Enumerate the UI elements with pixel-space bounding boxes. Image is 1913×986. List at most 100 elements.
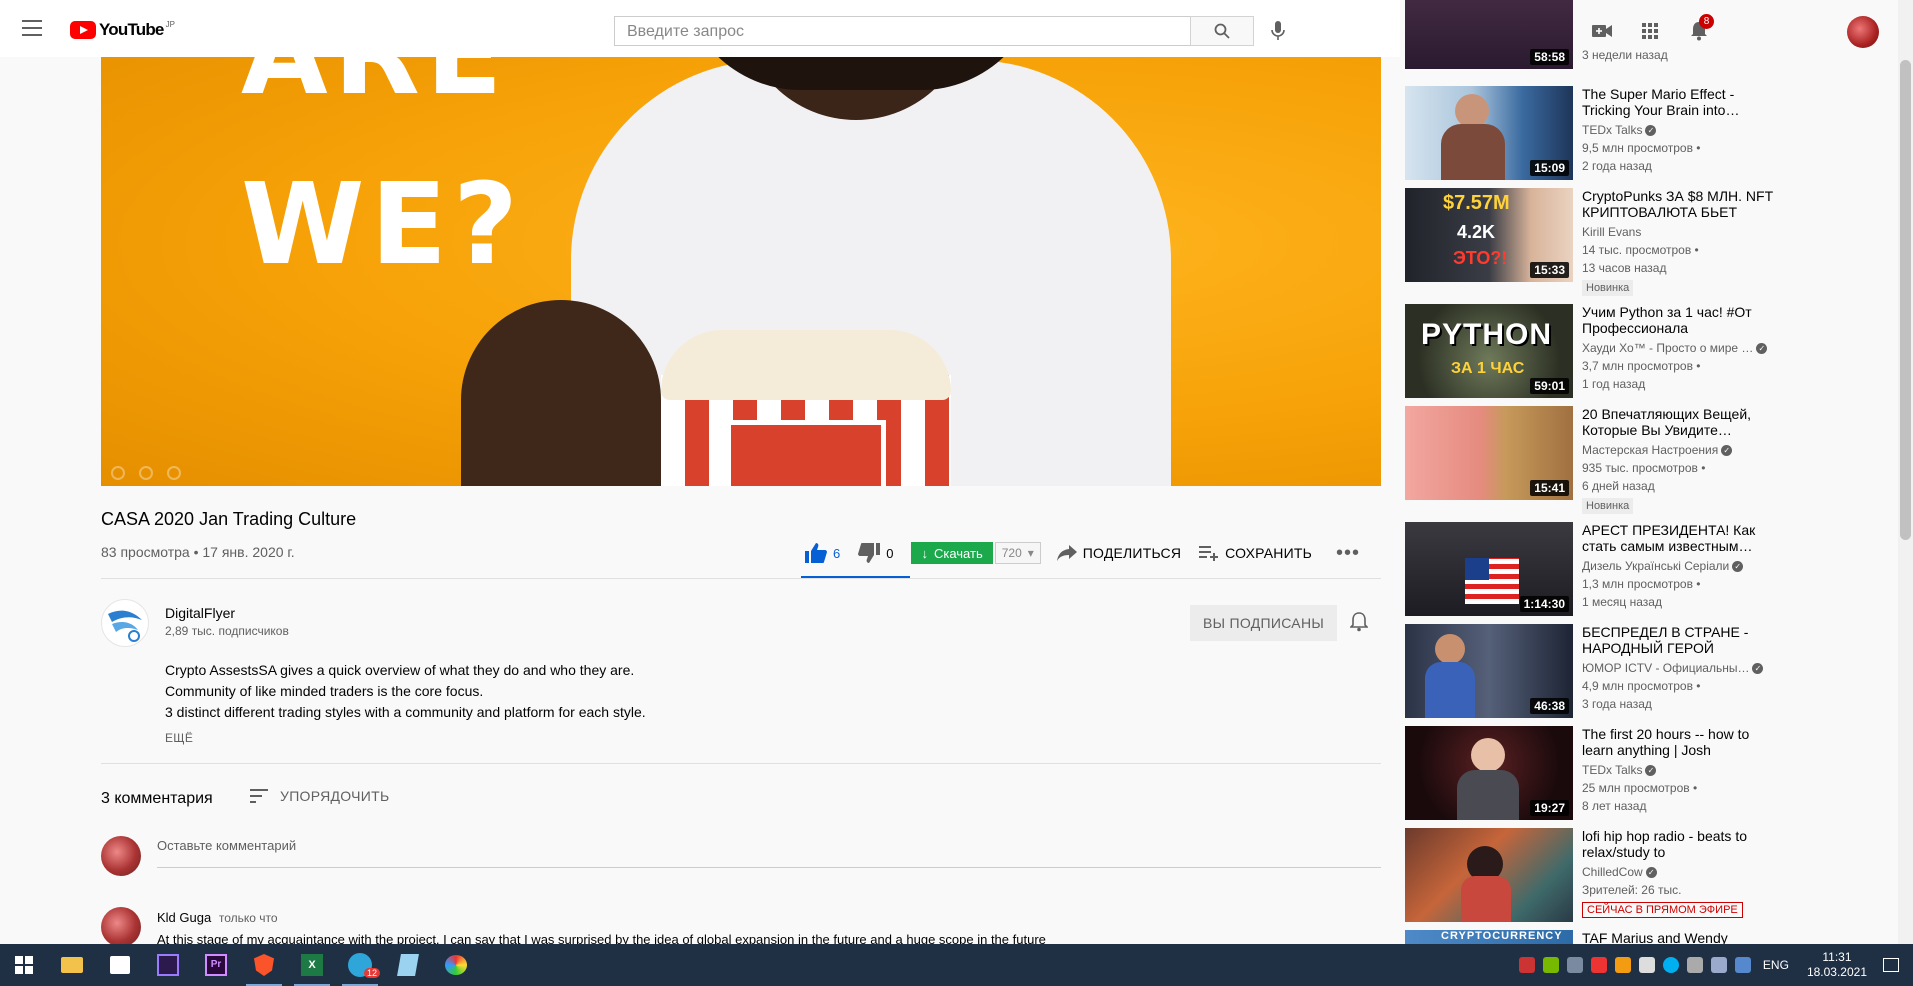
menu-icon[interactable]: [22, 20, 42, 36]
channel-avatar[interactable]: [101, 599, 149, 647]
apps-grid-icon[interactable]: [1638, 19, 1662, 43]
network-icon[interactable]: [1686, 957, 1703, 973]
clock[interactable]: 11:31 18.03.2021: [1807, 950, 1867, 980]
subscribed-button[interactable]: ВЫ ПОДПИСАНЫ: [1190, 605, 1337, 641]
video-thumbnail[interactable]: CRYPTOCURRENCY: [1405, 930, 1573, 944]
excel-icon[interactable]: X: [288, 944, 336, 986]
search-button[interactable]: [1190, 16, 1254, 46]
search-icon: [1214, 23, 1230, 39]
language-indicator[interactable]: ENG: [1763, 958, 1789, 972]
video-title[interactable]: CryptoPunks ЗА $8 МЛН. NFT КРИПТОВАЛЮТА …: [1582, 188, 1782, 220]
store-icon[interactable]: [96, 944, 144, 986]
search-input[interactable]: Введите запрос: [614, 16, 1191, 46]
recommended-video[interactable]: PYTHON ЗА 1 ЧАС 59:01 Учим Python за 1 ч…: [1405, 304, 1785, 398]
header-actions: 8: [1400, 0, 1913, 60]
recommended-video[interactable]: CRYPTOCURRENCY TAF Marius and Wendy: [1405, 930, 1785, 944]
recommended-video[interactable]: 1:14:30 АРЕСТ ПРЕЗИДЕНТА! Как стать самы…: [1405, 522, 1785, 616]
video-channel[interactable]: ChilledCow ✓: [1582, 865, 1782, 879]
download-button[interactable]: ↓ Скачать: [911, 542, 993, 564]
notifications-icon[interactable]: 8: [1687, 14, 1714, 43]
description-line: 3 distinct different trading styles with…: [165, 704, 646, 720]
video-player[interactable]: ARE WE?: [101, 0, 1381, 486]
brave-browser-icon[interactable]: [240, 944, 288, 986]
video-thumbnail[interactable]: [1405, 828, 1573, 922]
video-age: 6 дней назад: [1582, 479, 1655, 493]
vector-app-icon[interactable]: [144, 944, 192, 986]
volume-icon[interactable]: [139, 466, 153, 480]
channel-bell-icon[interactable]: [1349, 612, 1369, 637]
channel-name[interactable]: DigitalFlyer: [165, 605, 235, 621]
video-thumbnail[interactable]: 46:38: [1405, 624, 1573, 718]
page-scrollbar[interactable]: [1898, 0, 1913, 944]
youtube-logo[interactable]: YouTube JP: [70, 20, 175, 40]
tray-app-icon[interactable]: [1518, 957, 1535, 973]
recommended-video[interactable]: lofi hip hop radio - beats to relax/stud…: [1405, 828, 1785, 922]
paint-icon[interactable]: [432, 944, 480, 986]
video-channel[interactable]: Kirill Evans: [1582, 225, 1782, 239]
sort-comments-button[interactable]: УПОРЯДОЧИТЬ: [250, 788, 389, 804]
show-more-link[interactable]: ЕЩЁ: [165, 731, 193, 745]
action-center-icon[interactable]: [1883, 958, 1899, 972]
video-title[interactable]: The Super Mario Effect - Tricking Your B…: [1582, 86, 1782, 118]
save-button[interactable]: СОХРАНИТЬ: [1199, 545, 1312, 561]
video-title[interactable]: 20 Впечатляющих Вещей, Которые Вы Увидит…: [1582, 406, 1782, 438]
premiere-icon[interactable]: Pr: [192, 944, 240, 986]
video-title[interactable]: TAF Marius and Wendy: [1582, 930, 1782, 944]
system-tray: ENG 11:31 18.03.2021: [1515, 944, 1913, 986]
video-channel[interactable]: TEDx Talks ✓: [1582, 763, 1782, 777]
comment-time[interactable]: только что: [219, 911, 278, 925]
comment-author-name[interactable]: Kld Guga: [157, 910, 211, 925]
windows-start-icon[interactable]: [0, 944, 48, 986]
comment-input[interactable]: Оставьте комментарий: [157, 838, 1381, 868]
tray-app-icon[interactable]: [1566, 957, 1583, 973]
scrollbar-thumb[interactable]: [1900, 60, 1911, 540]
skype-icon[interactable]: [1662, 957, 1679, 973]
mic-button[interactable]: [1265, 18, 1291, 44]
file-explorer-icon[interactable]: [48, 944, 96, 986]
video-thumbnail[interactable]: $7.57M 4.2K ЭТО?! 15:33: [1405, 188, 1573, 282]
recommended-video[interactable]: 15:09 The Super Mario Effect - Tricking …: [1405, 86, 1785, 180]
quality-select[interactable]: 720 ▾: [994, 542, 1041, 564]
video-channel[interactable]: Хауди Хо™ - Просто о мире … ✓: [1582, 341, 1782, 355]
more-actions-icon[interactable]: •••: [1336, 542, 1360, 565]
video-channel[interactable]: ЮМОР ICTV - Официальны… ✓: [1582, 661, 1782, 675]
video-title[interactable]: АРЕСТ ПРЕЗИДЕНТА! Как стать самым извест…: [1582, 522, 1782, 554]
recommended-video[interactable]: $7.57M 4.2K ЭТО?! 15:33 CryptoPunks ЗА $…: [1405, 188, 1785, 296]
video-thumbnail[interactable]: 15:41: [1405, 406, 1573, 500]
video-thumbnail[interactable]: PYTHON ЗА 1 ЧАС 59:01: [1405, 304, 1573, 398]
volume-icon[interactable]: [1638, 957, 1655, 973]
tray-app-icon[interactable]: [1590, 957, 1607, 973]
video-title[interactable]: Учим Python за 1 час! #От Профессионала: [1582, 304, 1782, 336]
recommended-video[interactable]: 15:41 20 Впечатляющих Вещей, Которые Вы …: [1405, 406, 1785, 514]
recommended-video[interactable]: 19:27 The first 20 hours -- how to learn…: [1405, 726, 1785, 820]
tray-app-icon[interactable]: [1614, 957, 1631, 973]
account-avatar[interactable]: [1847, 16, 1879, 48]
share-button[interactable]: ПОДЕЛИТЬСЯ: [1056, 545, 1181, 561]
video-title[interactable]: lofi hip hop radio - beats to relax/stud…: [1582, 828, 1782, 860]
video-age: 13 часов назад: [1582, 261, 1667, 275]
telegram-badge: 12: [364, 968, 381, 978]
create-video-icon[interactable]: [1590, 19, 1614, 43]
video-thumbnail[interactable]: 15:09: [1405, 86, 1573, 180]
tray-app-icon[interactable]: [1710, 957, 1727, 973]
video-thumbnail[interactable]: 1:14:30: [1405, 522, 1573, 616]
play-icon[interactable]: [111, 466, 125, 480]
like-button[interactable]: 6: [805, 543, 840, 563]
keyboard-icon[interactable]: [1734, 957, 1751, 973]
recommended-video[interactable]: 46:38 БЕСПРЕДЕЛ В СТРАНЕ - НАРОДНЫЙ ГЕРО…: [1405, 624, 1785, 718]
video-title[interactable]: БЕСПРЕДЕЛ В СТРАНЕ - НАРОДНЫЙ ГЕРОЙ НАВО…: [1582, 624, 1782, 656]
video-channel[interactable]: Мастерская Настроения ✓: [1582, 443, 1782, 457]
nvidia-icon[interactable]: [1542, 957, 1559, 973]
video-thumbnail[interactable]: 19:27: [1405, 726, 1573, 820]
comment-author-avatar[interactable]: [101, 907, 141, 947]
notepad-icon[interactable]: [384, 944, 432, 986]
player-controls[interactable]: [111, 466, 181, 480]
telegram-icon[interactable]: 12: [336, 944, 384, 986]
settings-icon[interactable]: [167, 466, 181, 480]
video-title[interactable]: The first 20 hours -- how to learn anyth…: [1582, 726, 1782, 758]
dislike-button[interactable]: 0: [858, 543, 893, 563]
video-person-arm: [461, 300, 661, 486]
video-channel[interactable]: TEDx Talks ✓: [1582, 123, 1782, 137]
video-channel[interactable]: Дизель Українські Серіали ✓: [1582, 559, 1782, 573]
comment-author[interactable]: Kld Guga только что: [157, 910, 278, 925]
